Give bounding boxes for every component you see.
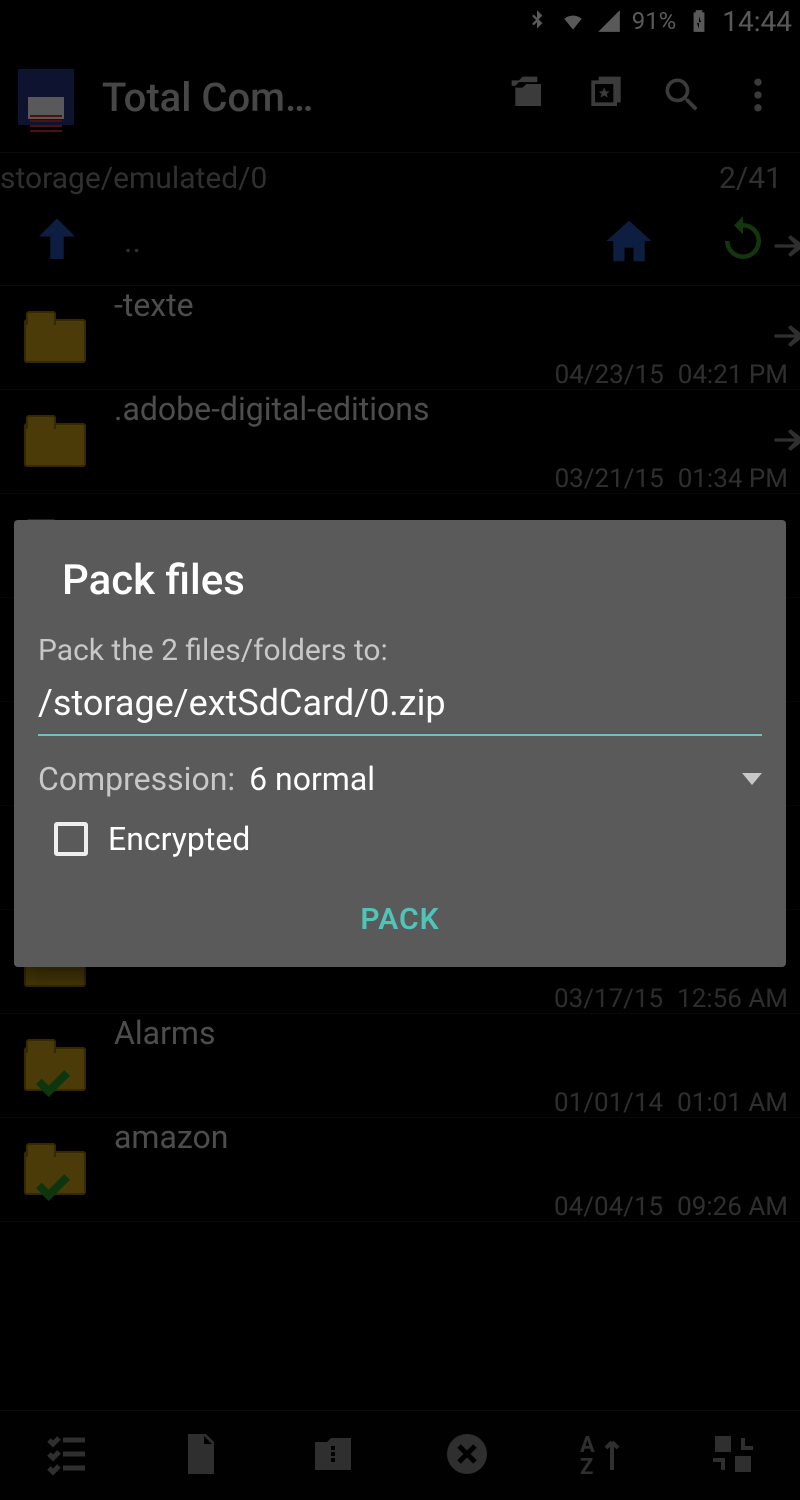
compression-dropdown[interactable]: Compression: 6 normal: [16, 754, 784, 804]
folder-icon: [24, 1145, 86, 1195]
folder-icon: [24, 313, 86, 363]
pack-dialog: Pack files Pack the 2 files/folders to: …: [14, 520, 786, 967]
compression-value: 6 normal: [249, 760, 728, 798]
svg-text:A: A: [580, 1433, 595, 1458]
refresh-icon[interactable]: [716, 214, 770, 268]
bluetooth-icon: [524, 8, 550, 34]
delete-button[interactable]: [443, 1430, 491, 1482]
folders-button[interactable]: [506, 73, 554, 121]
newfile-button[interactable]: [176, 1430, 224, 1482]
file-name: .adobe-digital-editions: [114, 390, 788, 428]
compression-label: Compression:: [38, 760, 235, 798]
up-icon[interactable]: [30, 214, 84, 268]
file-meta: 03/21/1501:34 PM: [114, 434, 788, 494]
path-bar[interactable]: storage/emulated/0 2/41: [0, 152, 800, 196]
battery-percent: 91%: [632, 7, 677, 35]
selection-count: 2/41: [719, 161, 782, 196]
nav-row: ..: [0, 196, 800, 286]
pack-action-button[interactable]: PACK: [16, 874, 784, 951]
encrypted-row[interactable]: Encrypted: [16, 804, 784, 874]
file-meta: 01/01/1401:01 AM: [114, 1058, 788, 1118]
bottom-toolbar: AZ: [0, 1410, 800, 1500]
file-meta: 04/23/1504:21 PM: [114, 330, 788, 390]
file-row[interactable]: -texte 04/23/1504:21 PM: [0, 286, 800, 390]
app-toolbar: Total Com…: [0, 42, 800, 152]
parent-dir-label[interactable]: ..: [124, 222, 141, 260]
svg-text:Z: Z: [580, 1455, 593, 1478]
swap-button[interactable]: [709, 1430, 757, 1482]
file-meta: 04/04/1509:26 AM: [114, 1162, 788, 1222]
file-row[interactable]: Alarms 01/01/1401:01 AM: [0, 1014, 800, 1118]
folder-icon: [24, 1041, 86, 1091]
dialog-title: Pack files: [16, 556, 784, 633]
app-title: Total Com…: [102, 74, 478, 121]
dropdown-icon: [742, 773, 762, 785]
folder-icon: [24, 417, 86, 467]
row-arrow-icon[interactable]: [768, 420, 800, 464]
file-row[interactable]: amazon 04/04/1509:26 AM: [0, 1118, 800, 1222]
input-underline: [38, 734, 762, 736]
encrypted-label: Encrypted: [108, 820, 250, 858]
wifi-icon: [560, 8, 586, 34]
select-button[interactable]: [43, 1430, 91, 1482]
file-name: -texte: [114, 286, 788, 324]
file-row[interactable]: .adobe-digital-editions 03/21/1501:34 PM: [0, 390, 800, 494]
dialog-subtitle: Pack the 2 files/folders to:: [16, 633, 784, 676]
menu-button[interactable]: [734, 73, 782, 121]
status-bar: 91% 14:44: [0, 0, 800, 42]
target-path-input[interactable]: /storage/extSdCard/0.zip: [16, 676, 784, 734]
battery-icon: [686, 8, 712, 34]
search-button[interactable]: [658, 73, 706, 121]
home-icon[interactable]: [602, 214, 656, 268]
file-name: amazon: [114, 1118, 788, 1156]
encrypted-checkbox[interactable]: [54, 822, 88, 856]
bookmarks-button[interactable]: [582, 73, 630, 121]
row-arrow-icon[interactable]: [768, 316, 800, 360]
app-icon: [18, 69, 74, 125]
sort-button[interactable]: AZ: [576, 1430, 624, 1482]
panel-switch-icon[interactable]: [768, 226, 800, 270]
cell-icon: [596, 8, 622, 34]
current-path: storage/emulated/0: [0, 161, 267, 196]
pack-button[interactable]: [309, 1430, 357, 1482]
file-name: Alarms: [114, 1014, 788, 1052]
clock: 14:44: [722, 5, 792, 38]
